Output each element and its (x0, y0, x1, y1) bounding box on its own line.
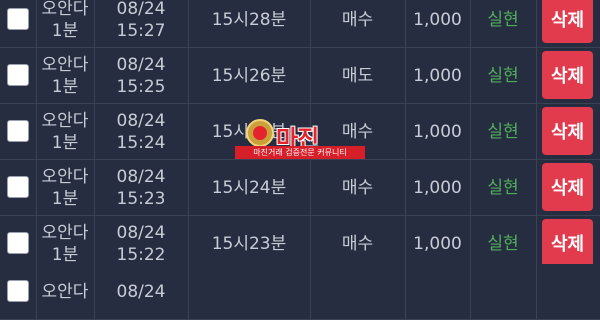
date-text: 08/24 (116, 223, 166, 243)
table-row: 오안다 1분 08/24 15:23 15시24분 매수 1,000 실현 삭제 (0, 160, 600, 216)
side-cell: 매수 (310, 160, 405, 216)
name-text: 오안다 (41, 0, 89, 19)
name-text: 오안다 (41, 282, 89, 302)
name-text: 오안다 (41, 223, 89, 243)
broker-cell: 오안다 1분 (36, 160, 94, 216)
column-divider (536, 264, 537, 320)
delete-button[interactable]: 삭제 (542, 107, 593, 155)
amount-cell: 1,000 (405, 104, 470, 160)
date-text: 08/24 (116, 0, 166, 19)
status-cell: 실현 (470, 104, 536, 160)
broker-cell: 오안다 1분 (36, 104, 94, 160)
round-cell: 15시26분 (188, 48, 310, 104)
amount-text: 1,000 (413, 178, 462, 198)
status-text: 실현 (487, 66, 519, 86)
broker-cell: 오안다 (36, 264, 94, 320)
table-row: 오안다 08/24 (0, 264, 600, 320)
amount-text: 1,000 (413, 66, 462, 86)
round-text: 15시24분 (211, 178, 287, 198)
date-text: 08/24 (116, 55, 166, 75)
time-text: 15:22 (116, 245, 166, 265)
round-text: 15시26분 (211, 66, 287, 86)
delete-button[interactable]: 삭제 (542, 219, 593, 267)
datetime-cell: 08/24 15:27 (94, 0, 188, 48)
status-cell: 실현 (470, 48, 536, 104)
row-checkbox[interactable] (7, 176, 29, 198)
column-divider (536, 104, 537, 160)
status-cell: 실현 (470, 0, 536, 48)
type-text: 1분 (51, 189, 79, 209)
name-text: 오안다 (41, 167, 89, 187)
column-divider (536, 0, 537, 48)
table-row: 오안다 1분 08/24 15:25 15시26분 매도 1,000 실현 삭제 (0, 48, 600, 104)
broker-cell: 오안다 1분 (36, 48, 94, 104)
status-text: 실현 (487, 10, 519, 30)
datetime-cell: 08/24 15:23 (94, 160, 188, 216)
datetime-cell: 08/24 (94, 264, 188, 320)
date-text: 08/24 (116, 282, 166, 302)
type-text: 1분 (51, 133, 79, 153)
status-text: 실현 (487, 234, 519, 254)
time-text: 15:25 (116, 77, 166, 97)
side-cell: 매수 (310, 0, 405, 48)
side-text: 매수 (341, 10, 374, 30)
type-text: 1분 (51, 21, 79, 41)
time-text: 15:27 (116, 21, 166, 41)
side-text: 매수 (341, 178, 374, 198)
side-cell: 매도 (310, 48, 405, 104)
date-text: 08/24 (116, 167, 166, 187)
row-checkbox[interactable] (7, 120, 29, 142)
round-cell (188, 264, 310, 320)
column-divider (536, 160, 537, 216)
status-text: 실현 (487, 178, 519, 198)
amount-text: 1,000 (413, 234, 462, 254)
status-text: 실현 (487, 122, 519, 142)
time-text: 15:23 (116, 189, 166, 209)
delete-button[interactable]: 삭제 (542, 51, 593, 99)
status-cell: 실현 (470, 160, 536, 216)
time-text: 15:24 (116, 133, 166, 153)
column-divider (536, 48, 537, 104)
date-text: 08/24 (116, 111, 166, 131)
datetime-cell: 08/24 15:25 (94, 48, 188, 104)
delete-button[interactable]: 삭제 (542, 0, 593, 43)
row-checkbox[interactable] (7, 280, 29, 302)
round-text: 15시23분 (211, 234, 287, 254)
row-checkbox[interactable] (7, 8, 29, 30)
delete-button[interactable]: 삭제 (542, 163, 593, 211)
type-text: 1분 (51, 245, 79, 265)
side-text: 매도 (341, 66, 374, 86)
type-text: 1분 (51, 77, 79, 97)
watermark-tagline: 마진거래 검증전문 커뮤니티 (235, 146, 365, 159)
status-cell (470, 264, 536, 320)
amount-cell: 1,000 (405, 48, 470, 104)
name-text: 오안다 (41, 111, 89, 131)
amount-text: 1,000 (413, 10, 462, 30)
side-text: 매수 (341, 234, 374, 254)
amount-cell (405, 264, 470, 320)
broker-cell: 오안다 1분 (36, 0, 94, 48)
round-cell: 15시24분 (188, 160, 310, 216)
table-row: 오안다 1분 08/24 15:27 15시28분 매수 1,000 실현 삭제 (0, 0, 600, 48)
side-cell (310, 264, 405, 320)
amount-cell: 1,000 (405, 160, 470, 216)
datetime-cell: 08/24 15:24 (94, 104, 188, 160)
seal-icon (246, 119, 274, 147)
amount-cell: 1,000 (405, 0, 470, 48)
amount-text: 1,000 (413, 122, 462, 142)
round-text: 15시28분 (211, 10, 287, 30)
row-checkbox[interactable] (7, 64, 29, 86)
row-checkbox[interactable] (7, 232, 29, 254)
name-text: 오안다 (41, 55, 89, 75)
watermark-logo: 마진 마진거래 검증전문 커뮤니티 (233, 118, 373, 162)
round-cell: 15시28분 (188, 0, 310, 48)
